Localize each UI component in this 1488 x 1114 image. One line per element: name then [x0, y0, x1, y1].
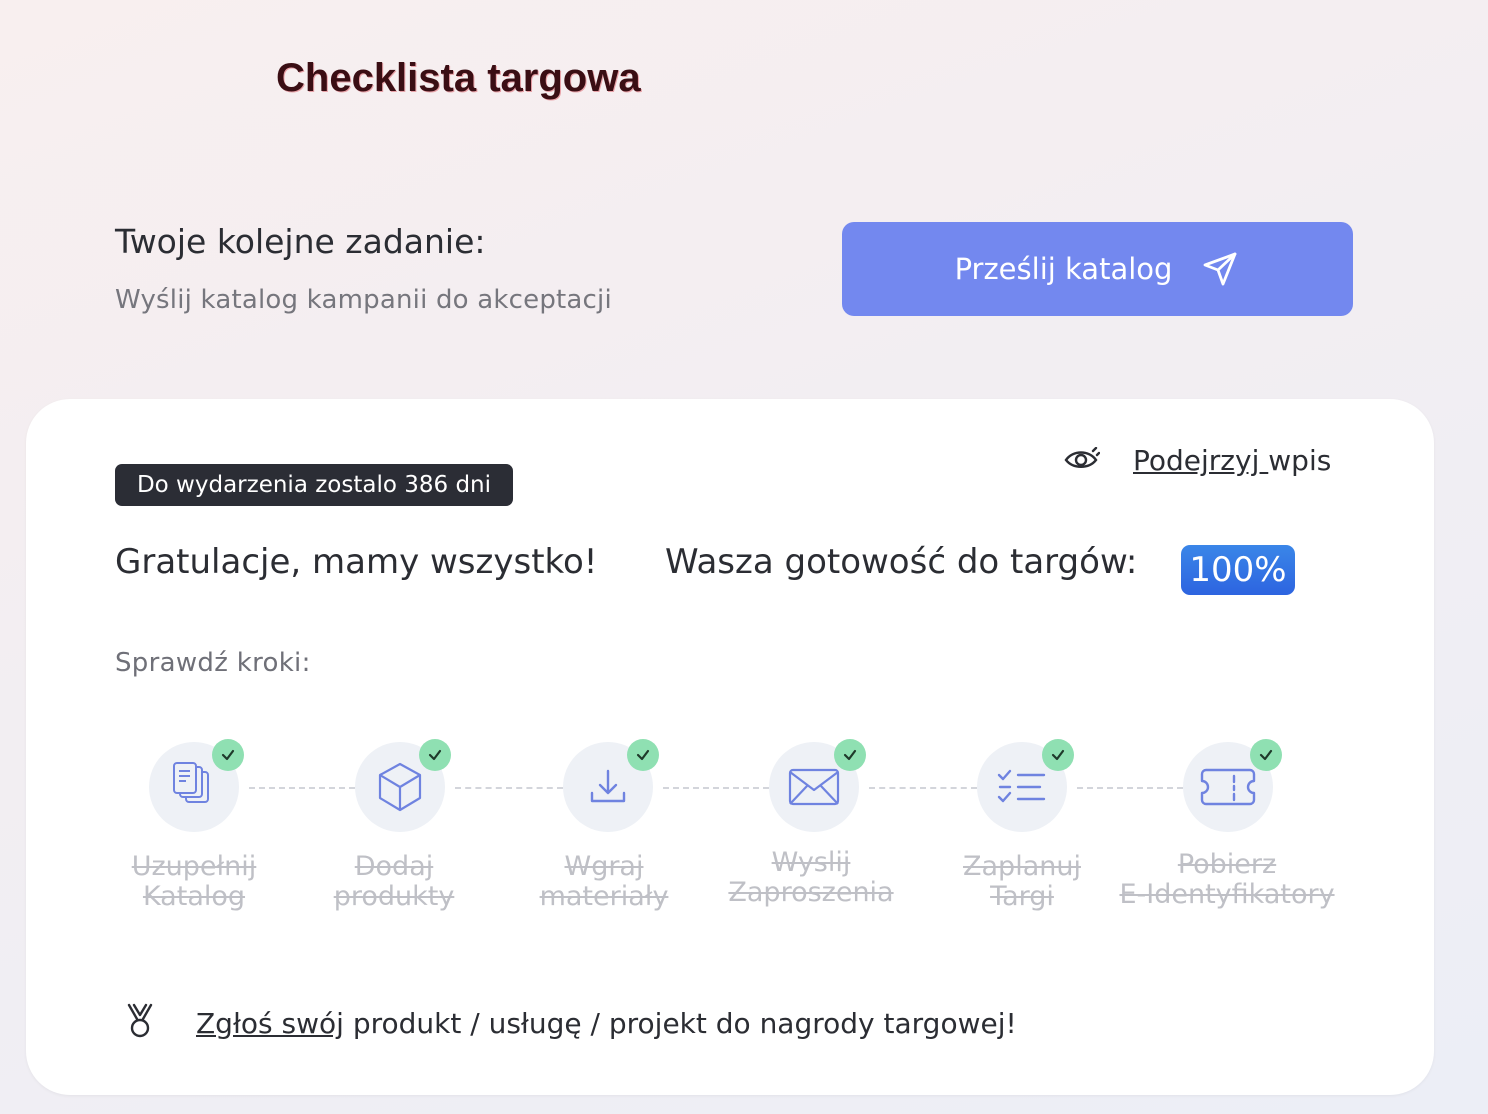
congrats-message: Gratulacje, mamy wszystko!: [115, 542, 598, 582]
box-icon: [378, 762, 422, 812]
step-connector: [249, 787, 355, 789]
page-title: Checklista targowa: [276, 56, 641, 100]
step-download-badges-check-icon: [1250, 739, 1282, 771]
step-upload-materials-label[interactable]: Wgraj materiały: [489, 852, 719, 912]
medal-icon: [126, 1003, 154, 1043]
send-icon: [1200, 249, 1240, 289]
step-complete-catalog-check-icon: [212, 739, 244, 771]
preview-entry-label: Podejrzyj wpis: [1133, 444, 1332, 477]
award-submit-text: Zgłoś swój produkt / usługę / projekt do…: [196, 1006, 1017, 1040]
step-send-invitations-check-icon: [834, 739, 866, 771]
next-task-description: Wyślij katalog kampanii do akceptacji: [115, 285, 612, 315]
step-download-badges-label[interactable]: Pobierz E-Identyfikatory: [1097, 850, 1357, 910]
readiness-label: Wasza gotowość do targów:: [665, 542, 1138, 582]
step-send-invitations-label[interactable]: Wyslij Zaproszenia: [696, 848, 926, 908]
readiness-percent-badge: 100%: [1181, 545, 1295, 595]
download-icon: [590, 769, 626, 803]
step-connector: [663, 787, 769, 789]
eye-icon: [1064, 446, 1101, 475]
step-upload-materials-check-icon: [627, 739, 659, 771]
step-connector: [455, 787, 563, 789]
steps-heading: Sprawdź kroki:: [115, 648, 311, 678]
step-connector: [869, 787, 977, 789]
step-plan-fair-check-icon: [1042, 739, 1074, 771]
ticket-icon: [1200, 768, 1256, 806]
step-add-products-check-icon: [419, 739, 451, 771]
envelope-icon: [788, 768, 840, 806]
checklist-icon: [997, 769, 1046, 803]
preview-entry-link[interactable]: Podejrzyj wpis: [1064, 444, 1331, 477]
next-task-heading: Twoje kolejne zadanie:: [115, 222, 486, 261]
countdown-badge: Do wydarzenia zostalo 386 dni: [115, 464, 513, 506]
step-add-products-label[interactable]: Dodaj produkty: [279, 852, 509, 912]
documents-icon: [173, 762, 209, 803]
send-catalog-button[interactable]: Prześlij katalog: [842, 222, 1353, 316]
step-complete-catalog-label[interactable]: Uzupełnij Katalog: [79, 852, 309, 912]
send-catalog-label: Prześlij katalog: [954, 252, 1173, 286]
step-connector: [1077, 787, 1183, 789]
award-submit-link[interactable]: Zgłoś swój produkt / usługę / projekt do…: [126, 1003, 1017, 1043]
